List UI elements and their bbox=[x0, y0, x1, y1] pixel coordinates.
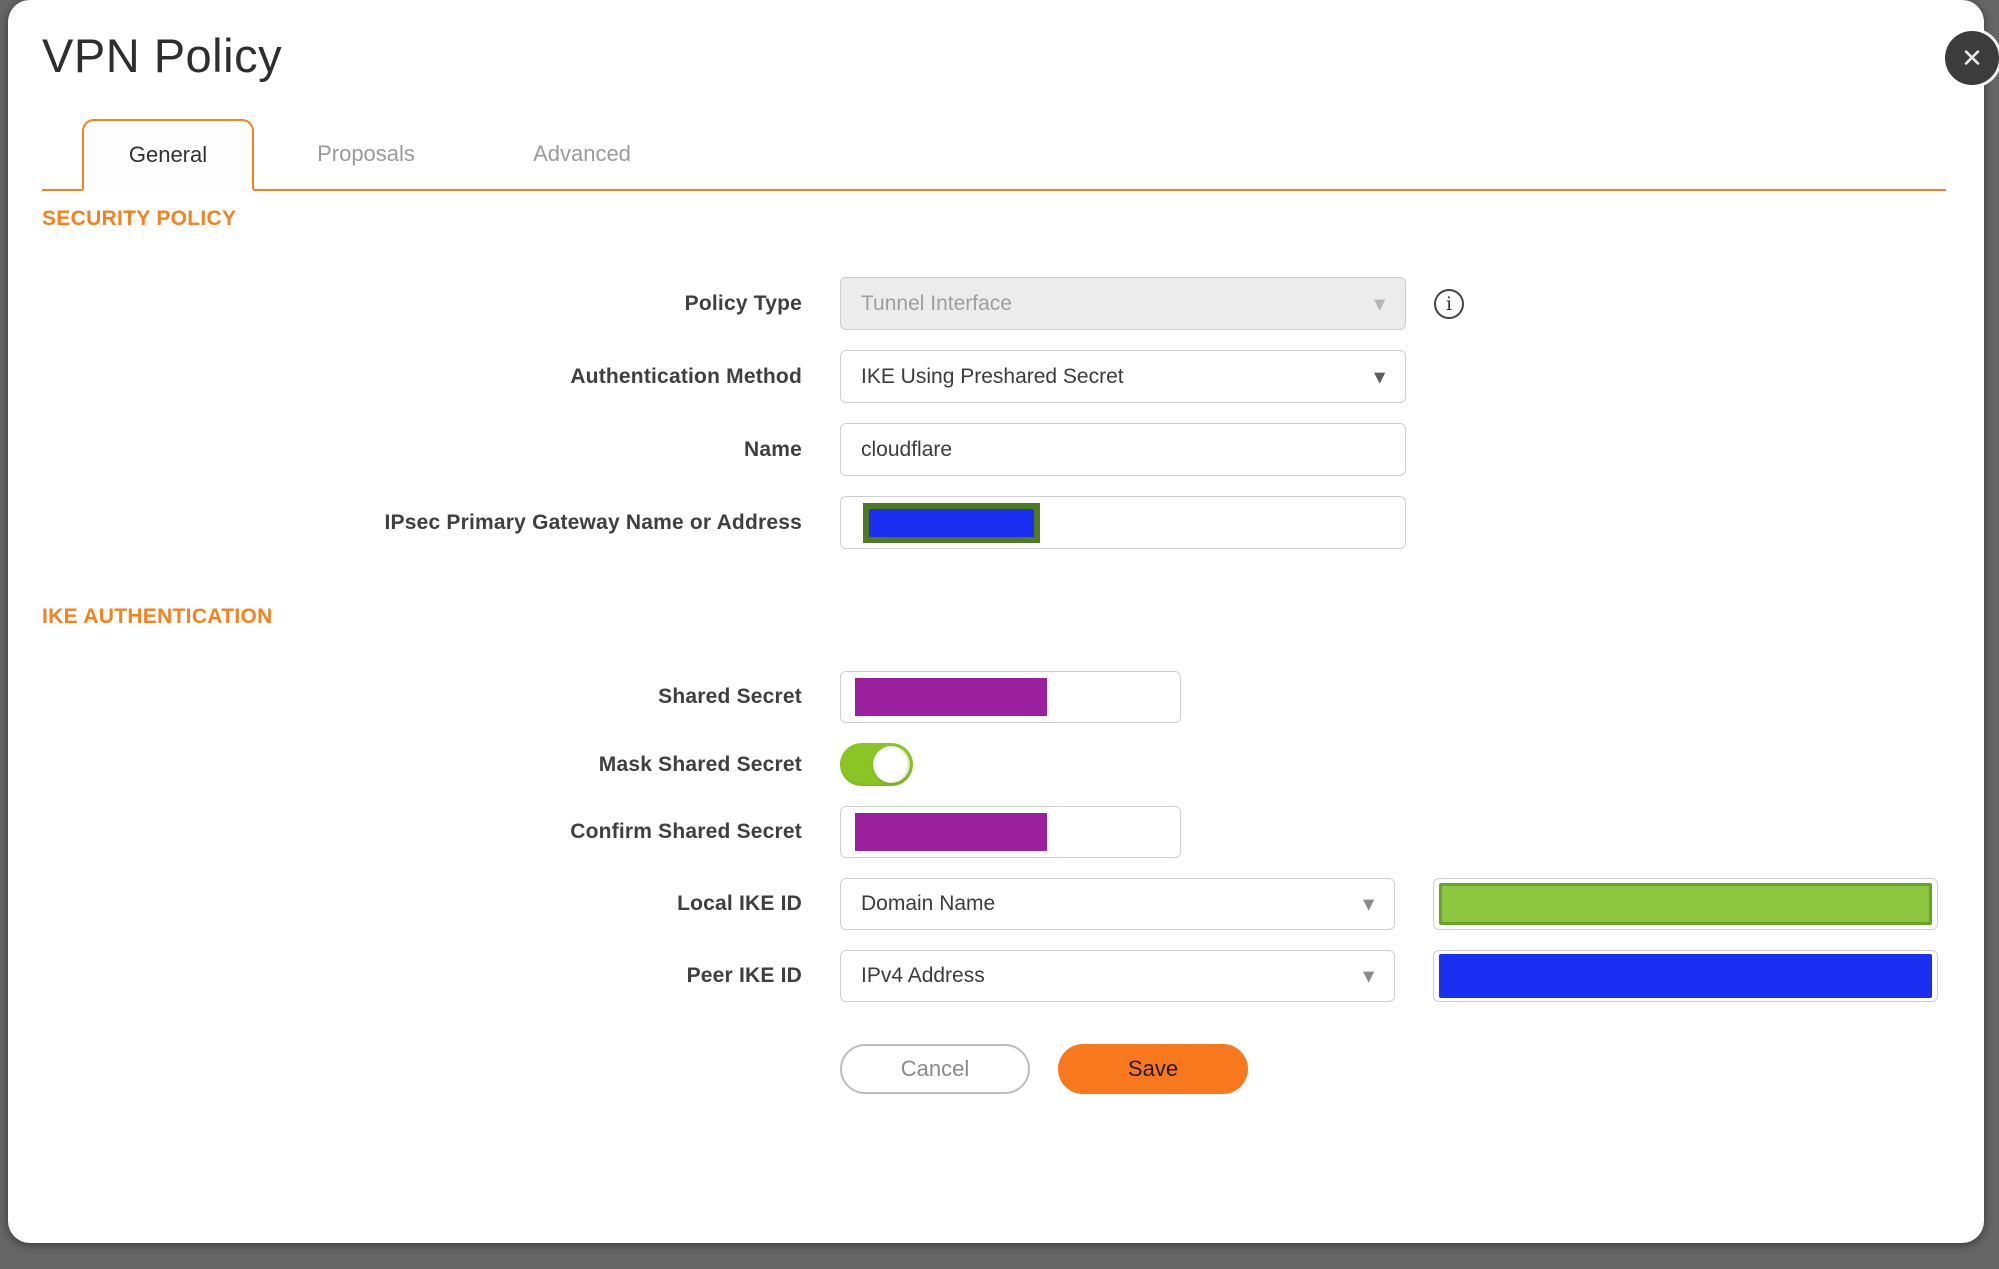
peer-ike-id-label: Peer IKE ID bbox=[686, 964, 802, 987]
local-ike-id-redacted-value bbox=[1439, 883, 1932, 925]
policy-type-row: Policy Type Tunnel Interface ▼ i bbox=[42, 277, 1946, 330]
name-row: Name cloudflare bbox=[42, 423, 1946, 476]
local-ike-id-label: Local IKE ID bbox=[677, 892, 802, 915]
auth-method-row: Authentication Method IKE Using Preshare… bbox=[42, 350, 1946, 403]
confirm-shared-secret-redacted-value bbox=[855, 813, 1047, 851]
chevron-down-icon: ▼ bbox=[1359, 966, 1378, 988]
chevron-down-icon: ▼ bbox=[1370, 293, 1389, 315]
name-value: cloudflare bbox=[861, 437, 953, 461]
peer-ike-id-value-input[interactable] bbox=[1433, 950, 1938, 1002]
name-input[interactable]: cloudflare bbox=[840, 423, 1406, 476]
local-ike-id-value-input[interactable] bbox=[1433, 878, 1938, 930]
vpn-policy-dialog: VPN Policy General Proposals Advanced SE… bbox=[8, 0, 1984, 1243]
save-button[interactable]: Save bbox=[1058, 1044, 1248, 1094]
auth-method-select[interactable]: IKE Using Preshared Secret ▼ bbox=[840, 350, 1406, 403]
local-ike-id-row: Local IKE ID Domain Name ▼ bbox=[42, 878, 1946, 930]
shared-secret-row: Shared Secret bbox=[42, 671, 1946, 723]
confirm-shared-secret-row: Confirm Shared Secret bbox=[42, 806, 1946, 858]
tab-bar: General Proposals Advanced bbox=[42, 119, 1946, 191]
local-ike-id-select[interactable]: Domain Name ▼ bbox=[840, 878, 1395, 930]
auth-method-label: Authentication Method bbox=[570, 364, 802, 388]
shared-secret-input[interactable] bbox=[840, 671, 1181, 723]
gateway-input[interactable] bbox=[840, 496, 1406, 549]
gateway-row: IPsec Primary Gateway Name or Address bbox=[42, 496, 1946, 549]
tab-general-label: General bbox=[128, 142, 208, 167]
tab-proposals-label: Proposals bbox=[317, 141, 415, 166]
action-buttons: Cancel Save bbox=[840, 1044, 1946, 1094]
chevron-down-icon: ▼ bbox=[1359, 894, 1378, 916]
mask-shared-secret-label: Mask Shared Secret bbox=[598, 752, 802, 776]
peer-ike-id-row: Peer IKE ID IPv4 Address ▼ bbox=[42, 950, 1946, 1002]
local-ike-id-type-value: Domain Name bbox=[861, 892, 996, 915]
confirm-shared-secret-input[interactable] bbox=[840, 806, 1181, 858]
toggle-knob bbox=[873, 746, 910, 783]
shared-secret-label: Shared Secret bbox=[658, 685, 802, 708]
chevron-down-icon: ▼ bbox=[1370, 366, 1389, 388]
policy-type-select: Tunnel Interface ▼ bbox=[840, 277, 1406, 330]
peer-ike-id-type-value: IPv4 Address bbox=[861, 964, 985, 987]
tab-general[interactable]: General bbox=[82, 119, 254, 191]
tab-advanced[interactable]: Advanced bbox=[502, 119, 662, 189]
mask-shared-secret-row: Mask Shared Secret bbox=[42, 743, 1946, 786]
gateway-label: IPsec Primary Gateway Name or Address bbox=[384, 510, 802, 534]
info-icon[interactable]: i bbox=[1434, 288, 1464, 319]
peer-ike-id-select[interactable]: IPv4 Address ▼ bbox=[840, 950, 1395, 1002]
tab-advanced-label: Advanced bbox=[533, 141, 631, 166]
name-label: Name bbox=[744, 437, 802, 461]
section-heading-security-policy: SECURITY POLICY bbox=[42, 207, 237, 230]
security-policy-form: Policy Type Tunnel Interface ▼ i Authent… bbox=[42, 277, 1946, 1094]
auth-method-value: IKE Using Preshared Secret bbox=[861, 364, 1124, 388]
mask-shared-secret-toggle[interactable] bbox=[840, 743, 913, 786]
peer-ike-id-redacted-value bbox=[1439, 954, 1932, 998]
section-heading-ike-authentication: IKE AUTHENTICATION bbox=[42, 605, 273, 628]
tab-proposals[interactable]: Proposals bbox=[286, 119, 446, 189]
policy-type-value: Tunnel Interface bbox=[861, 291, 1012, 315]
gateway-redacted-value bbox=[863, 502, 1040, 543]
policy-type-label: Policy Type bbox=[684, 291, 802, 315]
cancel-button[interactable]: Cancel bbox=[840, 1044, 1030, 1094]
shared-secret-redacted-value bbox=[855, 678, 1047, 716]
confirm-shared-secret-label: Confirm Shared Secret bbox=[570, 820, 802, 843]
close-icon[interactable]: ✕ bbox=[1945, 31, 1999, 85]
page-title: VPN Policy bbox=[42, 29, 283, 82]
